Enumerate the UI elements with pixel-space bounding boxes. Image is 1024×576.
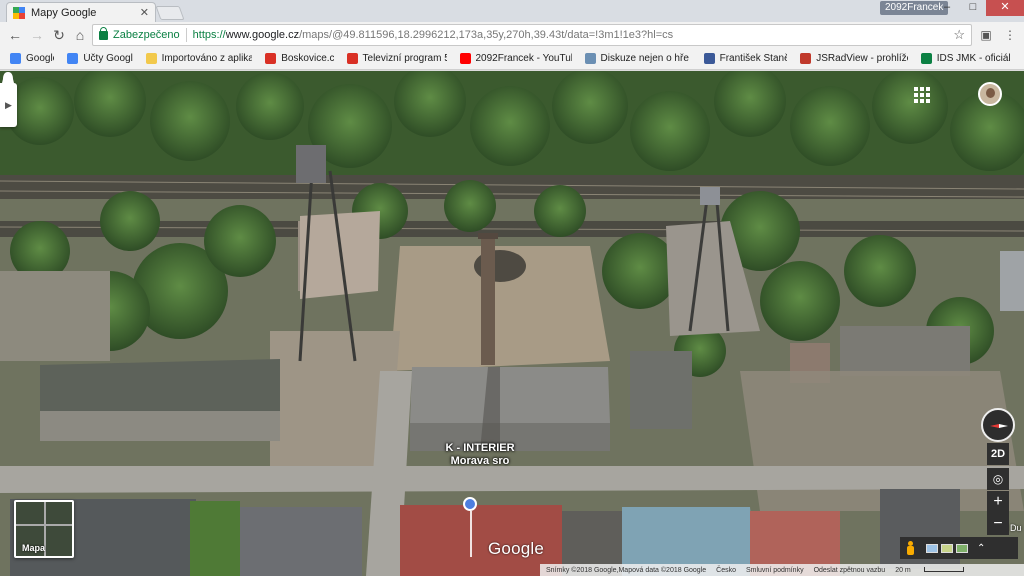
country-link[interactable]: Česko: [716, 567, 736, 574]
bookmark-label: František Staněk: [719, 53, 788, 64]
pin-stick: [470, 511, 472, 557]
zoom-out-button[interactable]: −: [987, 513, 1009, 535]
bookmark-item[interactable]: Google: [10, 53, 54, 64]
2d-toggle-button[interactable]: 2D: [987, 443, 1009, 465]
side-panel-toggle[interactable]: ▶: [0, 83, 17, 127]
tilt-up-icon[interactable]: ⌃: [977, 543, 985, 554]
scale-text: 20 m: [895, 566, 911, 574]
home-icon[interactable]: ⌂: [71, 26, 89, 44]
bookmark-label: Televizní program 57: [362, 53, 447, 64]
tv-icon: [346, 53, 358, 64]
bookmark-label: Importováno z aplikací: [161, 53, 253, 64]
browser-tab[interactable]: Mapy Google ✕: [6, 2, 156, 22]
window-titlebar: Mapy Google ✕ 2092Francek – □ ✕: [0, 0, 1024, 22]
address-bar[interactable]: Zabezpečeno https://www.google.cz/maps/@…: [92, 24, 972, 46]
bookmarks-bar: Google Účty Google Importováno z aplikací B…: [0, 48, 1024, 70]
my-location-icon[interactable]: ◎: [987, 468, 1009, 490]
url-path: /maps/@49.811596,18.2996212,173a,35y,270…: [299, 29, 674, 41]
scale-line: [923, 566, 964, 572]
google-icon: [10, 53, 21, 64]
minimize-button[interactable]: –: [934, 0, 960, 16]
minimap-toggle[interactable]: Mapa: [14, 500, 74, 558]
pegman-icon[interactable]: [906, 541, 914, 555]
imagery-thumb[interactable]: [956, 543, 968, 553]
scale-bar[interactable]: 20 m: [895, 566, 964, 574]
place-name-line2: Morava sro: [450, 455, 510, 467]
zoom-in-button[interactable]: +: [987, 491, 1009, 513]
bookmark-label: Účty Google: [83, 53, 133, 64]
bookmark-item[interactable]: Diskuze nejen o hře M: [584, 53, 691, 64]
place-label[interactable]: K - INTERIER Morava sro: [420, 442, 540, 468]
bookmark-label: Google: [26, 53, 54, 64]
map-edge-label: Du: [1010, 523, 1022, 533]
imagery-thumb[interactable]: [941, 543, 953, 553]
satellite-imagery: [0, 71, 1024, 576]
boskovice-icon: [265, 53, 277, 64]
bus-icon: [920, 53, 932, 64]
compass-icon[interactable]: [981, 408, 1015, 442]
bookmark-label: IDS JMK - oficiální: [936, 53, 1011, 64]
menu-dots-icon[interactable]: ⋮: [1002, 27, 1018, 43]
attribution-text: Snímky ©2018 Google,Mapová data ©2018 Go…: [546, 566, 707, 574]
url-host: www.google.cz: [225, 29, 300, 41]
bookmark-label: Diskuze nejen o hře M: [600, 53, 691, 64]
bookmark-label: Boskovice.cz: [281, 53, 333, 64]
bookmark-label: 2092Francek - YouTube: [475, 53, 572, 64]
bookmark-item[interactable]: František Staněk: [703, 53, 788, 64]
imagery-strip: ⌃: [900, 537, 1018, 559]
bookmark-star-icon[interactable]: ☆: [953, 27, 965, 43]
back-arrow-icon[interactable]: ←: [6, 26, 24, 44]
place-pin-icon[interactable]: [463, 497, 477, 511]
compass-needle-icon: [990, 424, 1008, 428]
notifications-bell-icon[interactable]: [0, 71, 16, 88]
bookmark-item[interactable]: JSRadView - prohlížeč: [800, 53, 908, 64]
account-avatar[interactable]: [978, 82, 1002, 106]
maximize-button[interactable]: □: [960, 0, 986, 16]
tab-title: Mapy Google: [31, 6, 97, 19]
google-maps-icon: [13, 6, 25, 19]
browser-toolbar: ← → ↻ ⌂ Zabezpečeno https://www.google.c…: [0, 22, 1024, 48]
feedback-link[interactable]: Odeslat zpětnou vazbu: [814, 567, 886, 574]
bookmark-item[interactable]: Účty Google: [67, 53, 133, 64]
close-window-button[interactable]: ✕: [986, 0, 1024, 16]
place-name-line1: K - INTERIER: [445, 442, 515, 454]
radar-icon: [800, 53, 812, 64]
minimap-label: Mapa: [22, 543, 46, 553]
bookmark-label: JSRadView - prohlížeč: [816, 53, 908, 64]
url-scheme: https://: [192, 29, 226, 41]
terms-link[interactable]: Smluvní podmínky: [746, 567, 804, 574]
extension-icon[interactable]: ▣: [978, 27, 994, 43]
apps-grid-icon[interactable]: [914, 87, 930, 103]
forum-icon: [584, 53, 596, 64]
forward-arrow-icon[interactable]: →: [28, 26, 46, 44]
google-icon: [67, 53, 79, 64]
bookmark-item[interactable]: Televizní program 57: [346, 53, 447, 64]
new-tab-button[interactable]: [155, 6, 185, 20]
bookmark-item[interactable]: Boskovice.cz: [265, 53, 334, 64]
youtube-icon: [459, 53, 471, 64]
tab-close-icon[interactable]: ✕: [140, 6, 149, 19]
attribution-bar: Snímky ©2018 Google,Mapová data ©2018 Go…: [540, 564, 1024, 576]
bookmark-item[interactable]: IDS JMK - oficiální: [920, 53, 1011, 64]
secure-label: Zabezpečeno: [113, 29, 180, 41]
bookmark-item[interactable]: Importováno z aplikací: [145, 53, 253, 64]
facebook-icon: [703, 53, 715, 64]
url-text[interactable]: https://www.google.cz/maps/@49.811596,18…: [193, 29, 954, 41]
reload-icon[interactable]: ↻: [50, 26, 68, 44]
bookmark-item[interactable]: 2092Francek - YouTube: [459, 53, 572, 64]
folder-icon: [145, 53, 157, 64]
lock-icon: [99, 26, 108, 40]
google-logo: Google: [488, 539, 545, 558]
imagery-thumb[interactable]: [926, 543, 938, 553]
map-canvas[interactable]: ▶ K - INTERIER Morava sro Google Mapa 2D…: [0, 71, 1024, 576]
omnibox-divider: [185, 28, 187, 42]
